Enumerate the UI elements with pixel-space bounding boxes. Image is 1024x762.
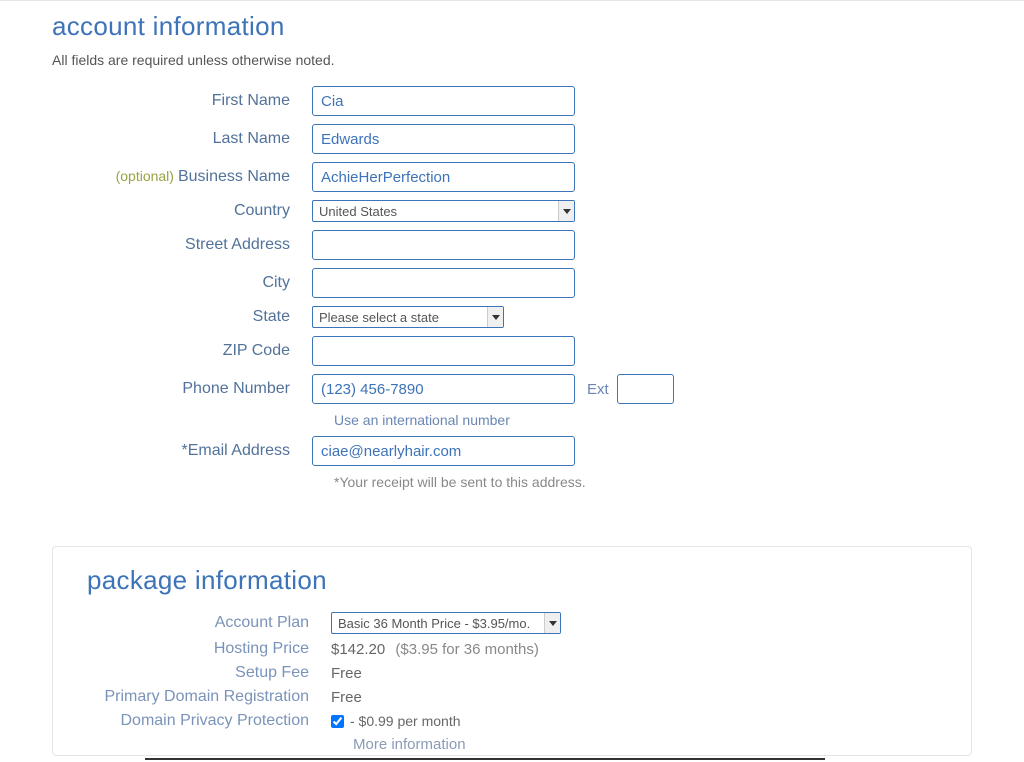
privacy-checkbox[interactable] <box>331 715 344 728</box>
account-plan-select[interactable]: Basic 36 Month Price - $3.95/mo. <box>331 612 561 634</box>
account-section-subtitle: All fields are required unless otherwise… <box>52 52 972 68</box>
business-name-input[interactable] <box>312 162 575 192</box>
intl-number-link[interactable]: Use an international number <box>334 412 972 428</box>
last-name-input[interactable] <box>312 124 575 154</box>
state-select-value: Please select a state <box>319 310 439 325</box>
business-name-label: (optional)Business Name <box>52 168 312 186</box>
account-section: account information All fields are requi… <box>0 1 1024 490</box>
primary-domain-label: Primary Domain Registration <box>87 688 331 706</box>
ext-label: Ext <box>587 381 609 398</box>
primary-domain-value: Free <box>331 689 362 706</box>
setup-fee-value: Free <box>331 665 362 682</box>
privacy-text: - $0.99 per month <box>350 713 461 729</box>
email-input[interactable] <box>312 436 575 466</box>
email-label: *Email Address <box>52 442 312 460</box>
state-label: State <box>52 308 312 326</box>
package-section: package information Account Plan Basic 3… <box>52 546 972 756</box>
chevron-down-icon <box>544 613 560 633</box>
setup-fee-label: Setup Fee <box>87 664 331 682</box>
privacy-label: Domain Privacy Protection <box>87 712 331 730</box>
city-input[interactable] <box>312 268 575 298</box>
first-name-input[interactable] <box>312 86 575 116</box>
hosting-price-label: Hosting Price <box>87 640 331 658</box>
account-plan-label: Account Plan <box>87 614 331 632</box>
chevron-down-icon <box>487 307 503 327</box>
country-select-value: United States <box>319 204 397 219</box>
last-name-label: Last Name <box>52 130 312 148</box>
bottom-divider <box>145 758 825 760</box>
country-label: Country <box>52 202 312 220</box>
business-optional-tag: (optional) <box>116 168 174 184</box>
package-section-title: package information <box>87 565 937 596</box>
phone-input[interactable] <box>312 374 575 404</box>
phone-label: Phone Number <box>52 380 312 398</box>
zip-label: ZIP Code <box>52 342 312 360</box>
chevron-down-icon <box>558 201 574 221</box>
country-select[interactable]: United States <box>312 200 575 222</box>
hosting-price-detail: ($3.95 for 36 months) <box>395 641 538 658</box>
ext-input[interactable] <box>617 374 674 404</box>
zip-input[interactable] <box>312 336 575 366</box>
state-select[interactable]: Please select a state <box>312 306 504 328</box>
city-label: City <box>52 274 312 292</box>
account-section-title: account information <box>52 11 972 42</box>
business-name-text: Business Name <box>178 168 290 185</box>
email-hint: *Your receipt will be sent to this addre… <box>334 474 972 490</box>
account-plan-value: Basic 36 Month Price - $3.95/mo. <box>338 616 530 631</box>
street-label: Street Address <box>52 236 312 254</box>
more-information-link[interactable]: More information <box>353 736 937 753</box>
hosting-price-main: $142.20 <box>331 641 385 658</box>
hosting-price-value: $142.20 ($3.95 for 36 months) <box>331 641 539 658</box>
street-input[interactable] <box>312 230 575 260</box>
first-name-label: First Name <box>52 92 312 110</box>
